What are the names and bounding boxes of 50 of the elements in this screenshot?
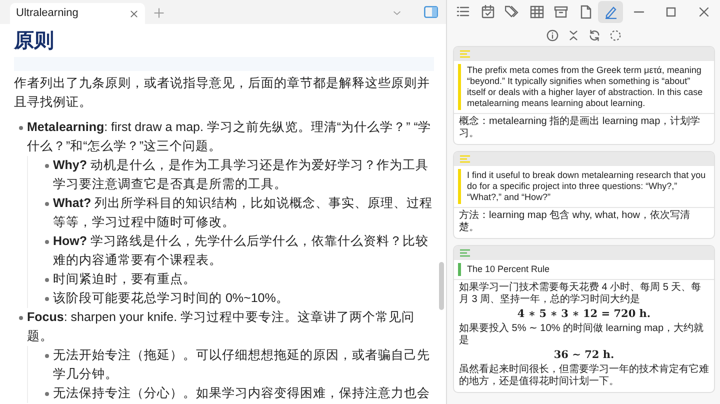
sidebar-toggle-icon[interactable] [424, 6, 438, 18]
bullet-icon [44, 202, 48, 206]
formula: 36 ∼ 72 h. [552, 349, 616, 361]
note-text: 虽然看起来时间很长，但需要学习一年的技术肯定有它难的地方，还是值得花时间计划一下。 [459, 364, 709, 388]
bullet-icon [44, 164, 48, 168]
list-item-text: What? 列出所学科目的知识结构，比如说概念、事实、原理、过程等等，学习过程中随时可修改。 [53, 195, 434, 231]
info-icon[interactable] [546, 28, 558, 42]
note-text: 如果要投入 5% ∼ 10% 的时间做 learning map，大约就是 [459, 323, 705, 347]
list-item-text: 无法保持专注（分心）。如果学习内容变得困难，保持注意力也会 [53, 385, 430, 402]
bullet-icon [18, 316, 22, 320]
heading: 原则 [14, 29, 55, 54]
list-item-text: 时间紧迫时，要有重点。 [53, 271, 196, 288]
formula: 4 ∗ 5 ∗ 3 ∗ 12 = 720 h. [516, 308, 652, 320]
highlight-quote: The prefix meta comes from the Greek term μετά, meaning “beyond.” It typically signifies when something is “about” itself or deals with a higher layer of abstraction. In this case metalearning means learning about learning. [458, 64, 714, 110]
archive-icon[interactable] [554, 5, 568, 19]
bullet-icon [44, 297, 48, 301]
maximize-icon[interactable] [664, 5, 678, 19]
bullet-icon [44, 354, 48, 358]
note-text: 概念：metalearning 指的是画出 learning map，计划学习。 [459, 116, 702, 140]
highlight-quote: I find it useful to break down metalearning research that you do for a specific project into three questions: “Why?,” “What?,” and “How?” [458, 169, 714, 204]
bullet-icon [44, 278, 48, 282]
collapse-icon[interactable] [566, 28, 580, 42]
tab[interactable]: Ultralearning [10, 3, 145, 24]
dashed-circle-icon[interactable] [608, 28, 622, 42]
bullet-icon [18, 126, 22, 130]
close-icon[interactable] [696, 5, 711, 19]
highlight-quote: The 10 Percent Rule [458, 263, 714, 276]
file-icon[interactable] [579, 5, 593, 19]
list-item-text: How? 学习路线是什么，先学什么后学什么，依靠什么资料？比较难的内容通常要有个课程表。 [53, 233, 430, 269]
list-item-text: Metalearning: first draw a map. 学习之前先纵览。理清“为什么学？” “学什么？”和“怎么学？”这三个问题。 [27, 119, 432, 155]
refresh-icon[interactable] [588, 28, 600, 42]
highlighter-icon[interactable] [604, 5, 618, 19]
list-item-text: Why? 动机是什么，是作为工具学习还是作为爱好学习？作为工具学习要注意调查它是否真是所需的工具。 [53, 157, 430, 193]
bullet-icon [44, 240, 48, 244]
highlighter-button[interactable] [598, 1, 623, 23]
new-tab-icon[interactable] [153, 7, 165, 19]
tab-title: Ultralearning [16, 6, 78, 22]
table-icon[interactable] [530, 5, 544, 19]
calendar-icon[interactable] [480, 5, 495, 19]
list-item-text: 无法开始专注（拖延）。可以仔细想想拖延的原因，或者骗自己先学几分钟。 [53, 347, 431, 383]
close-icon[interactable] [129, 8, 139, 18]
list-item-text: 该阶段可能要花总学习时间的 0%~10%。 [53, 290, 289, 307]
bullet-icon [44, 392, 48, 396]
paragraph: 作者列出了九条原则，或者说指导意见，后面的章节都是解释这些原则并且寻找例证。 [14, 75, 431, 111]
tags-icon[interactable] [505, 5, 520, 19]
list-item-text: Focus: sharpen your knife. 学习过程中要专注。这章讲了两个常见问题。 [27, 309, 416, 345]
scrollbar-thumb[interactable] [439, 262, 444, 310]
list-icon[interactable] [456, 5, 470, 19]
note-text: 如果学习一门技术需要每天花费 4 小时、每周 5 天、每月 3 周、坚持一年，总的学习时间大约是 [459, 282, 702, 306]
note-text: 方法：learning map 包含 why, what, how，依次写清楚。 [459, 210, 691, 234]
